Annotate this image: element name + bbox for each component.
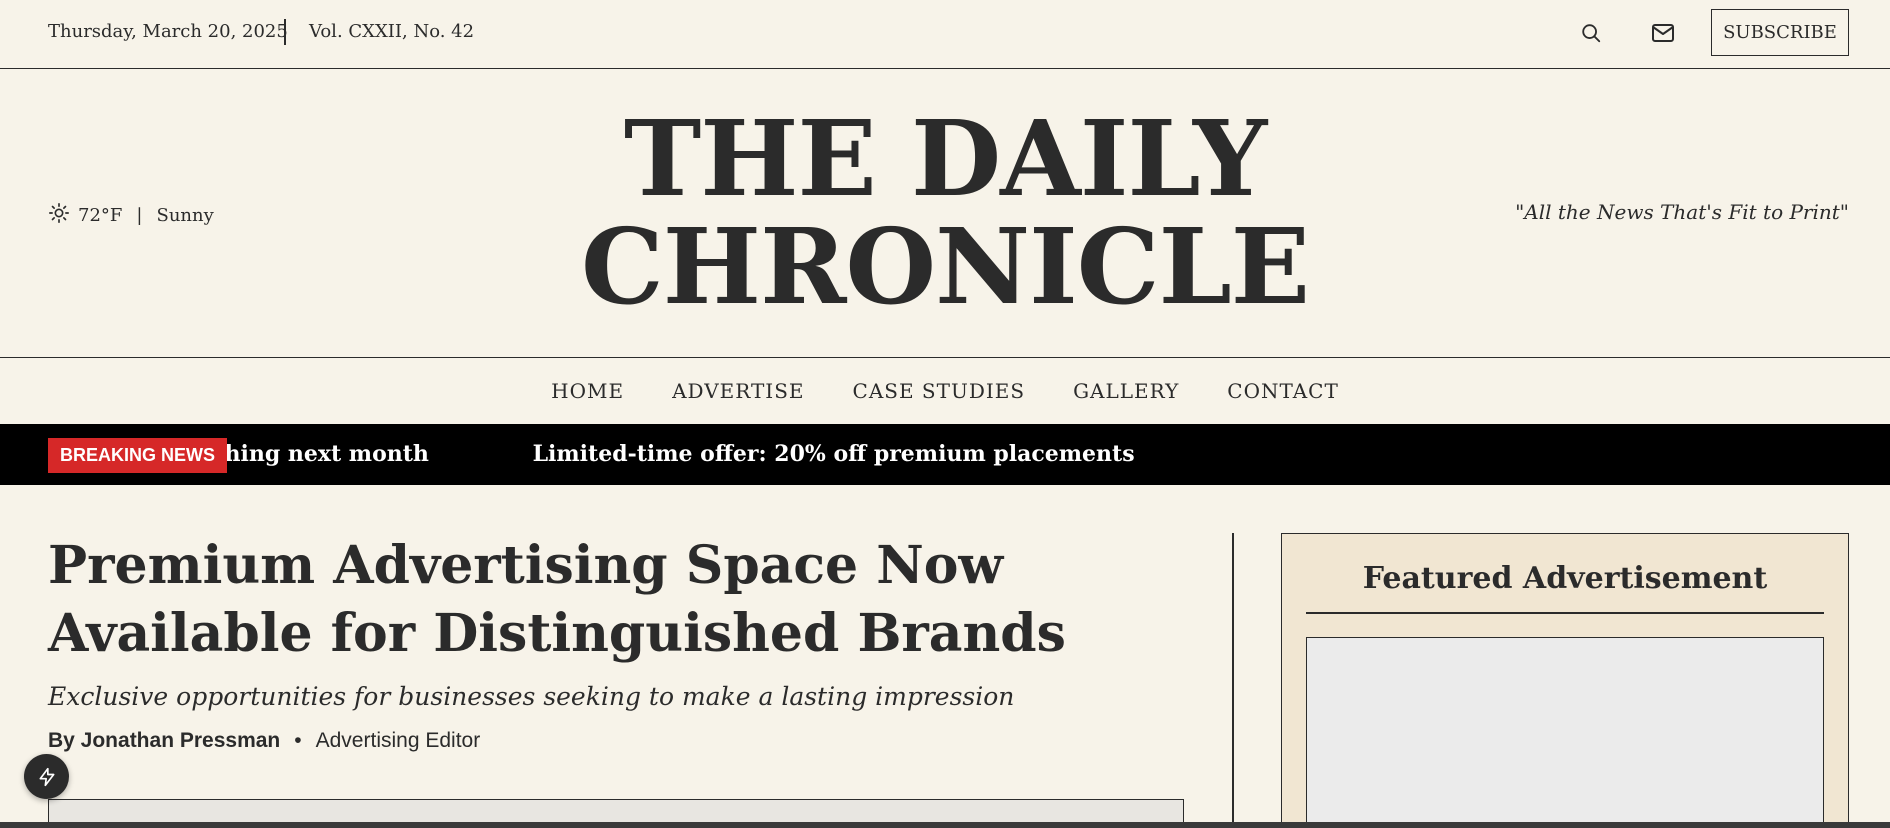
topbar-divider bbox=[284, 19, 286, 45]
byline-bullet: • bbox=[294, 729, 302, 752]
sidebar-title: Featured Advertisement bbox=[1362, 561, 1768, 596]
main-article: Premium Advertising Space Now Available … bbox=[48, 532, 1178, 753]
ticker-item[interactable]: Limited-time offer: 20% off premium plac… bbox=[533, 441, 1135, 467]
issue-volume: Vol. CXXII, No. 42 bbox=[309, 21, 475, 42]
ad-placeholder[interactable] bbox=[1306, 637, 1824, 828]
masthead: 72°F | Sunny THE DAILY CHRONICLE "All th… bbox=[0, 69, 1890, 358]
title-line-2: CHRONICLE bbox=[581, 205, 1310, 328]
main-nav: HOME ADVERTISE CASE STUDIES GALLERY CONT… bbox=[0, 358, 1890, 424]
news-ticker: New ad formats launching next month Limi… bbox=[225, 424, 1890, 485]
nav-case-studies[interactable]: CASE STUDIES bbox=[853, 379, 1026, 403]
author-name[interactable]: By Jonathan Pressman bbox=[48, 729, 280, 753]
featured-ad-sidebar: Featured Advertisement bbox=[1281, 533, 1849, 828]
mail-icon[interactable] bbox=[1650, 20, 1676, 46]
ticker-item[interactable]: New ad formats launching next month bbox=[225, 441, 429, 467]
article-headline[interactable]: Premium Advertising Space Now Available … bbox=[48, 532, 1178, 668]
breaking-news-bar: BREAKING NEWS New ad formats launching n… bbox=[0, 424, 1890, 485]
headline-line-1: Premium Advertising Space Now bbox=[48, 535, 1004, 596]
nav-advertise[interactable]: ADVERTISE bbox=[672, 379, 804, 403]
nav-contact[interactable]: CONTACT bbox=[1227, 379, 1339, 403]
search-icon[interactable] bbox=[1578, 20, 1604, 46]
bottom-edge bbox=[0, 822, 1890, 828]
breaking-news-badge: BREAKING NEWS bbox=[48, 438, 228, 473]
subscribe-button[interactable]: SUBSCRIBE bbox=[1711, 9, 1849, 56]
title-line-1: THE DAILY bbox=[623, 97, 1267, 220]
tagline: "All the News That's Fit to Print" bbox=[1515, 200, 1849, 224]
author-role: Advertising Editor bbox=[315, 729, 481, 752]
sidebar-rule bbox=[1306, 612, 1824, 614]
byline: By Jonathan Pressman • Advertising Edito… bbox=[48, 729, 1178, 753]
nav-home[interactable]: HOME bbox=[551, 379, 624, 403]
lightning-icon[interactable] bbox=[24, 754, 69, 799]
issue-date: Thursday, March 20, 2025 bbox=[48, 21, 288, 42]
headline-line-2: Available for Distinguished Brands bbox=[48, 603, 1066, 664]
column-divider bbox=[1232, 533, 1234, 828]
nav-gallery[interactable]: GALLERY bbox=[1073, 379, 1179, 403]
top-bar: Thursday, March 20, 2025 Vol. CXXII, No.… bbox=[0, 0, 1890, 69]
ticker-track: New ad formats launching next month Limi… bbox=[225, 441, 1231, 467]
article-subhead: Exclusive opportunities for businesses s… bbox=[48, 682, 1015, 711]
